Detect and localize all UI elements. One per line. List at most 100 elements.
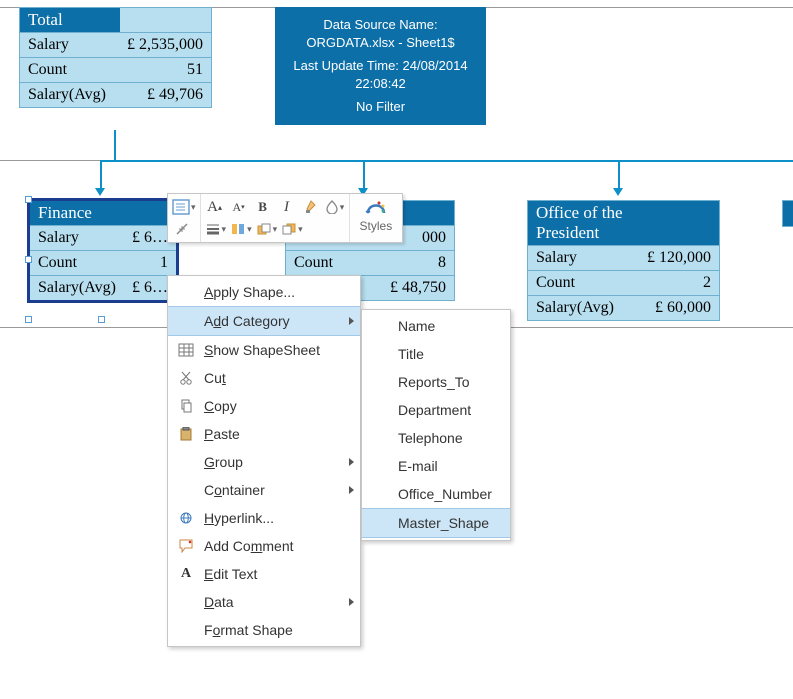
- president-summary-box[interactable]: Office of the President Salary £ 120,000…: [527, 200, 720, 321]
- value: £ 60,000: [655, 299, 711, 317]
- sub-office-number[interactable]: Office_Number: [362, 480, 510, 508]
- ctx-group[interactable]: Group: [168, 448, 360, 476]
- format-painter-button[interactable]: [301, 197, 321, 217]
- ctx-container[interactable]: Container: [168, 476, 360, 504]
- styles-gallery-button[interactable]: Styles: [350, 194, 403, 242]
- label: Department: [398, 402, 471, 418]
- label: Container: [204, 482, 265, 498]
- connector-tool-button[interactable]: [172, 219, 192, 239]
- label: Format Shape: [204, 622, 293, 638]
- ds-line: 22:08:42: [286, 75, 475, 93]
- cut-icon: [174, 369, 198, 387]
- copy-icon: [174, 397, 198, 415]
- styles-label: Styles: [360, 219, 393, 233]
- sub-master-shape[interactable]: Master_Shape: [362, 508, 510, 538]
- ctx-add-comment[interactable]: Add Comment: [168, 532, 360, 560]
- total-summary-box[interactable]: Total Salary £ 2,535,000 Count 51 Salary…: [19, 7, 212, 108]
- ctx-edit-text[interactable]: A Edit Text: [168, 560, 360, 588]
- sel-handle[interactable]: [25, 196, 32, 203]
- value: £ 6…: [132, 229, 168, 247]
- title-line2: President: [536, 223, 599, 242]
- ctx-show-shapesheet[interactable]: Show ShapeSheet: [168, 336, 360, 364]
- diagram-canvas[interactable]: { "total_box": { "title": "Total", "rows…: [0, 0, 793, 699]
- context-menu: Apply Shape... Add Category Show ShapeSh…: [167, 275, 361, 647]
- title-line1: Office of the: [536, 203, 623, 222]
- font-smaller-button[interactable]: A▾: [229, 197, 249, 217]
- ctx-copy[interactable]: Copy: [168, 392, 360, 420]
- ctx-cut[interactable]: Cut: [168, 364, 360, 392]
- value: £ 48,750: [390, 279, 446, 297]
- send-back-button[interactable]: ▾: [281, 219, 303, 239]
- submenu-arrow-icon: [349, 458, 354, 466]
- value: 1: [160, 254, 168, 272]
- ds-line: No Filter: [286, 98, 475, 116]
- label: Title: [398, 346, 424, 362]
- value: 51: [187, 61, 203, 79]
- line-weight-button[interactable]: ▾: [205, 219, 227, 239]
- label: Count: [536, 274, 575, 292]
- finance-summary-box[interactable]: Finance Salary £ 6… Count 1 Salary(Avg) …: [29, 200, 177, 301]
- value: £ 6…: [132, 279, 168, 297]
- sub-reports-to[interactable]: Reports_To: [362, 368, 510, 396]
- submenu-arrow-icon: [349, 317, 354, 325]
- ds-line: Last Update Time: 24/08/2014: [286, 57, 475, 75]
- label: Office_Number: [398, 486, 492, 502]
- label: Count: [38, 254, 77, 272]
- italic-button[interactable]: I: [277, 197, 297, 217]
- ctx-data[interactable]: Data: [168, 588, 360, 616]
- font-larger-button[interactable]: A▴: [205, 197, 225, 217]
- row-salary: Salary £ 120,000: [528, 245, 719, 270]
- bold-button[interactable]: B: [253, 197, 273, 217]
- row-salary: Salary £ 6…: [30, 225, 176, 250]
- text-icon: A: [174, 565, 198, 583]
- total-title: Total: [20, 8, 120, 32]
- align-button[interactable]: ▾: [230, 219, 252, 239]
- sel-handle[interactable]: [25, 316, 32, 323]
- paste-icon: [174, 425, 198, 443]
- total-row-avg: Salary(Avg) £ 49,706: [20, 82, 211, 107]
- label: E-mail: [398, 458, 438, 474]
- add-category-submenu: Name Title Reports_To Department Telepho…: [361, 309, 511, 541]
- datasource-info-box[interactable]: Data Source Name: ORGDATA.xlsx - Sheet1$…: [275, 7, 486, 125]
- label: Salary: [28, 36, 69, 54]
- fill-color-button[interactable]: ▾: [325, 197, 345, 217]
- sub-name[interactable]: Name: [362, 312, 510, 340]
- partial-summary-box[interactable]: [782, 200, 793, 227]
- ctx-format-shape[interactable]: Format Shape: [168, 616, 360, 644]
- sel-handle[interactable]: [98, 316, 105, 323]
- sub-telephone[interactable]: Telephone: [362, 424, 510, 452]
- sub-email[interactable]: E-mail: [362, 452, 510, 480]
- label: Name: [398, 318, 435, 334]
- label: Group: [204, 454, 243, 470]
- sub-title[interactable]: Title: [362, 340, 510, 368]
- ctx-add-category[interactable]: Add Category: [168, 306, 360, 336]
- row-count: Count 1: [30, 250, 176, 275]
- label: Salary: [38, 229, 79, 247]
- value: £ 120,000: [647, 249, 711, 267]
- sub-department[interactable]: Department: [362, 396, 510, 424]
- ctx-apply-shape[interactable]: Apply Shape...: [168, 278, 360, 306]
- value: 000: [422, 229, 446, 247]
- label: Paste: [204, 426, 240, 442]
- label: Data: [204, 594, 234, 610]
- label: Cut: [204, 370, 226, 386]
- label: Salary: [536, 249, 577, 267]
- ctx-hyperlink[interactable]: Hyperlink...: [168, 504, 360, 532]
- row-avg: Salary(Avg) £ 60,000: [528, 295, 719, 320]
- submenu-arrow-icon: [349, 486, 354, 494]
- finance-title: Finance: [30, 201, 176, 225]
- label: Add Category: [204, 313, 290, 329]
- ctx-paste[interactable]: Paste: [168, 420, 360, 448]
- sel-handle[interactable]: [25, 256, 32, 263]
- label: Count: [294, 254, 333, 272]
- label: Count: [28, 61, 67, 79]
- label: Apply Shape...: [204, 284, 295, 300]
- label: Edit Text: [204, 566, 257, 582]
- value: £ 2,535,000: [127, 36, 203, 54]
- value: 2: [703, 274, 711, 292]
- label: Copy: [204, 398, 237, 414]
- total-row-count: Count 51: [20, 57, 211, 82]
- shape-style-button[interactable]: ▾: [172, 197, 196, 217]
- bring-front-button[interactable]: ▾: [256, 219, 278, 239]
- label: Salary(Avg): [28, 86, 106, 104]
